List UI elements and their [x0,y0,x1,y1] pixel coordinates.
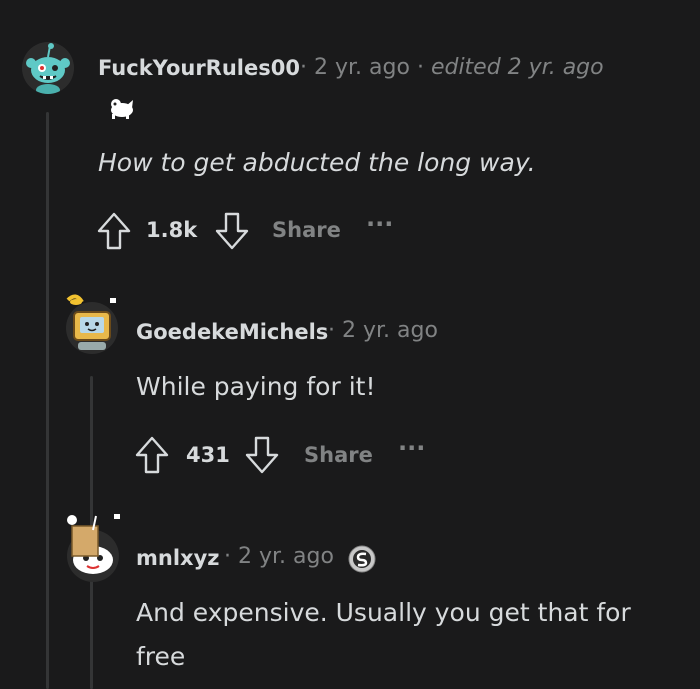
thread-line-3[interactable] [90,600,93,689]
edited-label: edited 2 yr. ago [430,55,604,80]
comment-meta: · 2 yr. ago [224,544,334,569]
robot-snoo-avatar-icon [66,294,118,354]
more-options-button[interactable]: ··· [398,434,425,462]
silver-award-icon[interactable] [348,545,376,573]
timestamp[interactable]: 2 yr. ago [342,318,438,343]
vote-count: 431 [186,443,230,467]
share-button[interactable]: Share [272,218,341,242]
upvote-button[interactable] [134,435,170,475]
separator: · [328,318,335,343]
comment-meta: · 2 yr. ago [328,318,438,343]
avatar[interactable] [22,42,74,94]
avatar[interactable] [64,512,122,582]
comment-body-line-1: And expensive. Usually you get that for [136,598,631,627]
box-head-snoo-avatar-icon [67,514,120,582]
timestamp[interactable]: 2 yr. ago [314,55,410,80]
comment-meta: · 2 yr. ago · edited 2 yr. ago [300,55,604,80]
downvote-button[interactable] [214,211,250,251]
username[interactable]: FuckYourRules00 [98,56,300,80]
award-icon[interactable] [106,96,136,120]
downvote-button[interactable] [244,435,280,475]
more-options-button[interactable]: ··· [366,210,393,238]
upvote-button[interactable] [96,211,132,251]
comment-body: How to get abducted the long way. [98,148,536,177]
separator: · [224,544,231,569]
comment-body: While paying for it! [136,372,376,401]
timestamp[interactable]: 2 yr. ago [238,544,334,569]
share-button[interactable]: Share [304,443,373,467]
avatar[interactable] [64,290,120,356]
comment-body-line-2: free [136,642,186,671]
zombie-snoo-avatar-icon [22,42,74,94]
separator: · [300,55,307,80]
username[interactable]: GoedekeMichels [136,320,328,344]
username[interactable]: mnlxyz [136,546,220,570]
thread-line-1[interactable] [46,112,49,689]
separator: · [416,55,424,80]
vote-count: 1.8k [146,218,198,242]
